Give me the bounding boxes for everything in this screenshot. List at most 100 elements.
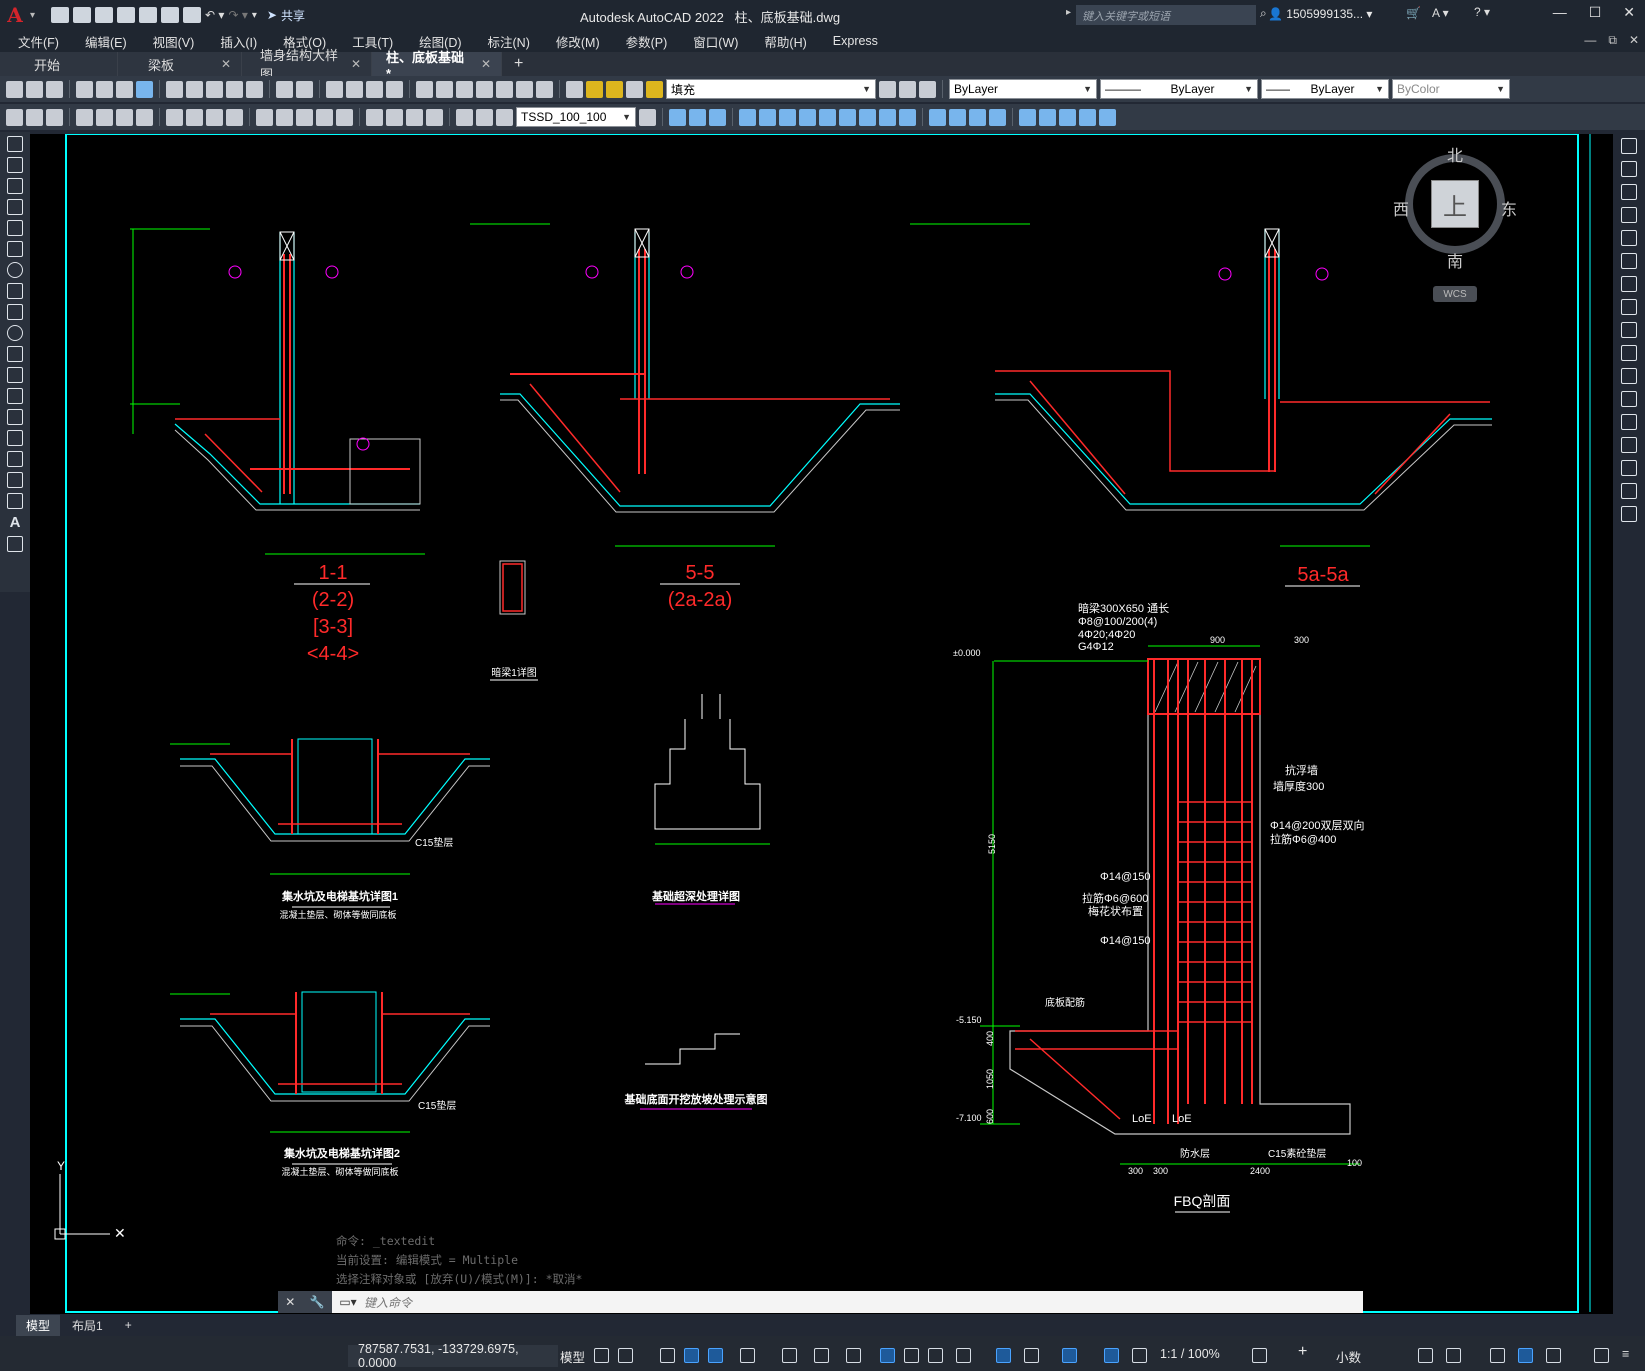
menu-dimension[interactable]: 标注(N): [475, 32, 543, 51]
tab-wall-detail[interactable]: 墙身结构大样图 ✕: [242, 48, 372, 82]
tab-beam-slab[interactable]: 梁板 ✕: [118, 52, 242, 76]
new-icon[interactable]: [6, 80, 23, 98]
3d-tool-icon[interactable]: [709, 108, 726, 126]
maximize-icon[interactable]: ☐: [1589, 4, 1602, 21]
doc-restore-icon[interactable]: ⧉: [1608, 33, 1617, 48]
tab-start[interactable]: 开始: [0, 52, 118, 76]
wcs-menu[interactable]: WCS: [1433, 286, 1477, 302]
baseline-icon[interactable]: [276, 108, 293, 126]
layer-vp-icon[interactable]: [626, 80, 643, 98]
linear-dimension-icon[interactable]: [76, 108, 93, 126]
lock-ui-icon[interactable]: [1446, 1348, 1461, 1363]
sheet-set-icon[interactable]: [476, 80, 493, 98]
3d-tool-icon[interactable]: [739, 108, 756, 126]
jogged-icon[interactable]: [186, 108, 203, 126]
close-icon[interactable]: ✕: [285, 1295, 295, 1309]
tab-model[interactable]: 模型: [16, 1314, 61, 1336]
save-web-icon[interactable]: [161, 7, 180, 23]
customize-status-icon[interactable]: ≡: [1622, 1347, 1629, 1361]
model-space-toggle[interactable]: 模型: [560, 1347, 585, 1366]
close-tab-icon[interactable]: ✕: [221, 57, 231, 71]
region-icon[interactable]: [7, 472, 23, 488]
dimstyle-dropdown[interactable]: TSSD_100_100 ▼: [516, 107, 636, 127]
chamfer-icon[interactable]: [1621, 437, 1637, 453]
dynamic-ucs-icon[interactable]: [956, 1348, 971, 1363]
help-icon[interactable]: [536, 80, 553, 98]
menu-window[interactable]: 窗口(W): [680, 32, 751, 51]
paste-icon[interactable]: [206, 80, 223, 98]
add-layout-button[interactable]: +: [115, 1316, 142, 1334]
dim-space-icon[interactable]: [316, 108, 333, 126]
open-icon[interactable]: [73, 7, 92, 23]
circle-icon[interactable]: [7, 262, 23, 278]
polygon-icon[interactable]: [7, 199, 23, 215]
lineweight-icon[interactable]: [846, 1348, 861, 1363]
mirror-icon[interactable]: [1621, 184, 1637, 200]
3d-tool-icon[interactable]: [1059, 108, 1076, 126]
menu-modify[interactable]: 修改(M): [543, 32, 613, 51]
menu-help[interactable]: 帮助(H): [751, 32, 819, 51]
customize-icon[interactable]: 🔧: [310, 1295, 325, 1309]
auto-scale-icon[interactable]: [1104, 1348, 1119, 1363]
zoom-previous-icon[interactable]: [386, 80, 403, 98]
3d-tool-icon[interactable]: [799, 108, 816, 126]
properties-icon[interactable]: [416, 80, 433, 98]
pan-icon[interactable]: [326, 80, 343, 98]
trim-icon[interactable]: [1621, 345, 1637, 361]
new-icon[interactable]: [51, 7, 70, 23]
join-icon[interactable]: [1621, 414, 1637, 430]
save-as-icon[interactable]: [117, 7, 136, 23]
table-icon[interactable]: [7, 493, 23, 509]
dim-text-edit-icon[interactable]: [476, 108, 493, 126]
viewcube-west[interactable]: 西: [1393, 196, 1409, 220]
annotation-scale-icon[interactable]: [1132, 1348, 1147, 1363]
undo-icon[interactable]: [276, 80, 293, 98]
erase-icon[interactable]: [1621, 138, 1637, 154]
annotation-visibility-icon[interactable]: [1062, 1348, 1077, 1363]
color-dropdown[interactable]: ByLayer ▼: [949, 79, 1097, 99]
tool-icon[interactable]: [46, 108, 63, 126]
grid-icon[interactable]: [594, 1348, 609, 1363]
rotate-icon[interactable]: [1621, 276, 1637, 292]
viewcube-top-face[interactable]: 上: [1431, 180, 1479, 228]
plot-icon[interactable]: [76, 80, 93, 98]
help-icon[interactable]: ? ▾: [1474, 5, 1490, 19]
coordinates-readout[interactable]: 787587.7531, -133729.6975, 0.0000: [348, 1342, 558, 1370]
transparency-icon[interactable]: [880, 1348, 895, 1363]
copy-object-icon[interactable]: [1621, 161, 1637, 177]
minimize-icon[interactable]: —: [1553, 4, 1567, 21]
arc-length-icon[interactable]: [116, 108, 133, 126]
polyline-icon[interactable]: [7, 178, 23, 194]
redo-icon[interactable]: ↷ ▾: [228, 8, 247, 22]
zoom-realtime-icon[interactable]: [346, 80, 363, 98]
object-snap-tracking-icon[interactable]: [782, 1348, 797, 1363]
cut-icon[interactable]: [166, 80, 183, 98]
quick-properties-icon[interactable]: [1418, 1348, 1433, 1363]
3d-tool-icon[interactable]: [819, 108, 836, 126]
quick-dim-icon[interactable]: [256, 108, 273, 126]
quick-calc-icon[interactable]: [516, 80, 533, 98]
continue-icon[interactable]: [296, 108, 313, 126]
ellipse-arc-icon[interactable]: [7, 346, 23, 362]
drawing-canvas[interactable]: 1-1 (2-2) [3-3] <4-4> 5-5 (2a-2a) 暗梁1详图 …: [30, 134, 1613, 1314]
spline-icon[interactable]: [7, 304, 23, 320]
selection-filter-icon[interactable]: [996, 1348, 1011, 1363]
scale-icon[interactable]: [1621, 299, 1637, 315]
move-icon[interactable]: [1621, 253, 1637, 269]
isolate-objects-icon[interactable]: [1490, 1348, 1505, 1363]
viewcube[interactable]: 上 北 南 西 东: [1393, 144, 1517, 271]
3d-tool-icon[interactable]: [689, 108, 706, 126]
customize-qa-icon[interactable]: ▾: [252, 10, 257, 21]
line-icon[interactable]: [7, 136, 23, 152]
open-icon[interactable]: [26, 80, 43, 98]
lineweight-dropdown[interactable]: —— ByLayer ▼: [1261, 79, 1389, 99]
ellipse-icon[interactable]: [7, 325, 23, 341]
autodesk-a360-icon[interactable]: A ▾: [1432, 6, 1449, 20]
3d-tool-icon[interactable]: [859, 108, 876, 126]
snap-icon[interactable]: [618, 1348, 633, 1363]
search-icon[interactable]: ⌕: [1260, 6, 1267, 21]
workspace-gear-icon[interactable]: [1252, 1348, 1267, 1363]
insert-block-icon[interactable]: [7, 367, 23, 383]
gizmo-icon[interactable]: [1024, 1348, 1039, 1363]
doc-minimize-icon[interactable]: —: [1584, 33, 1596, 48]
